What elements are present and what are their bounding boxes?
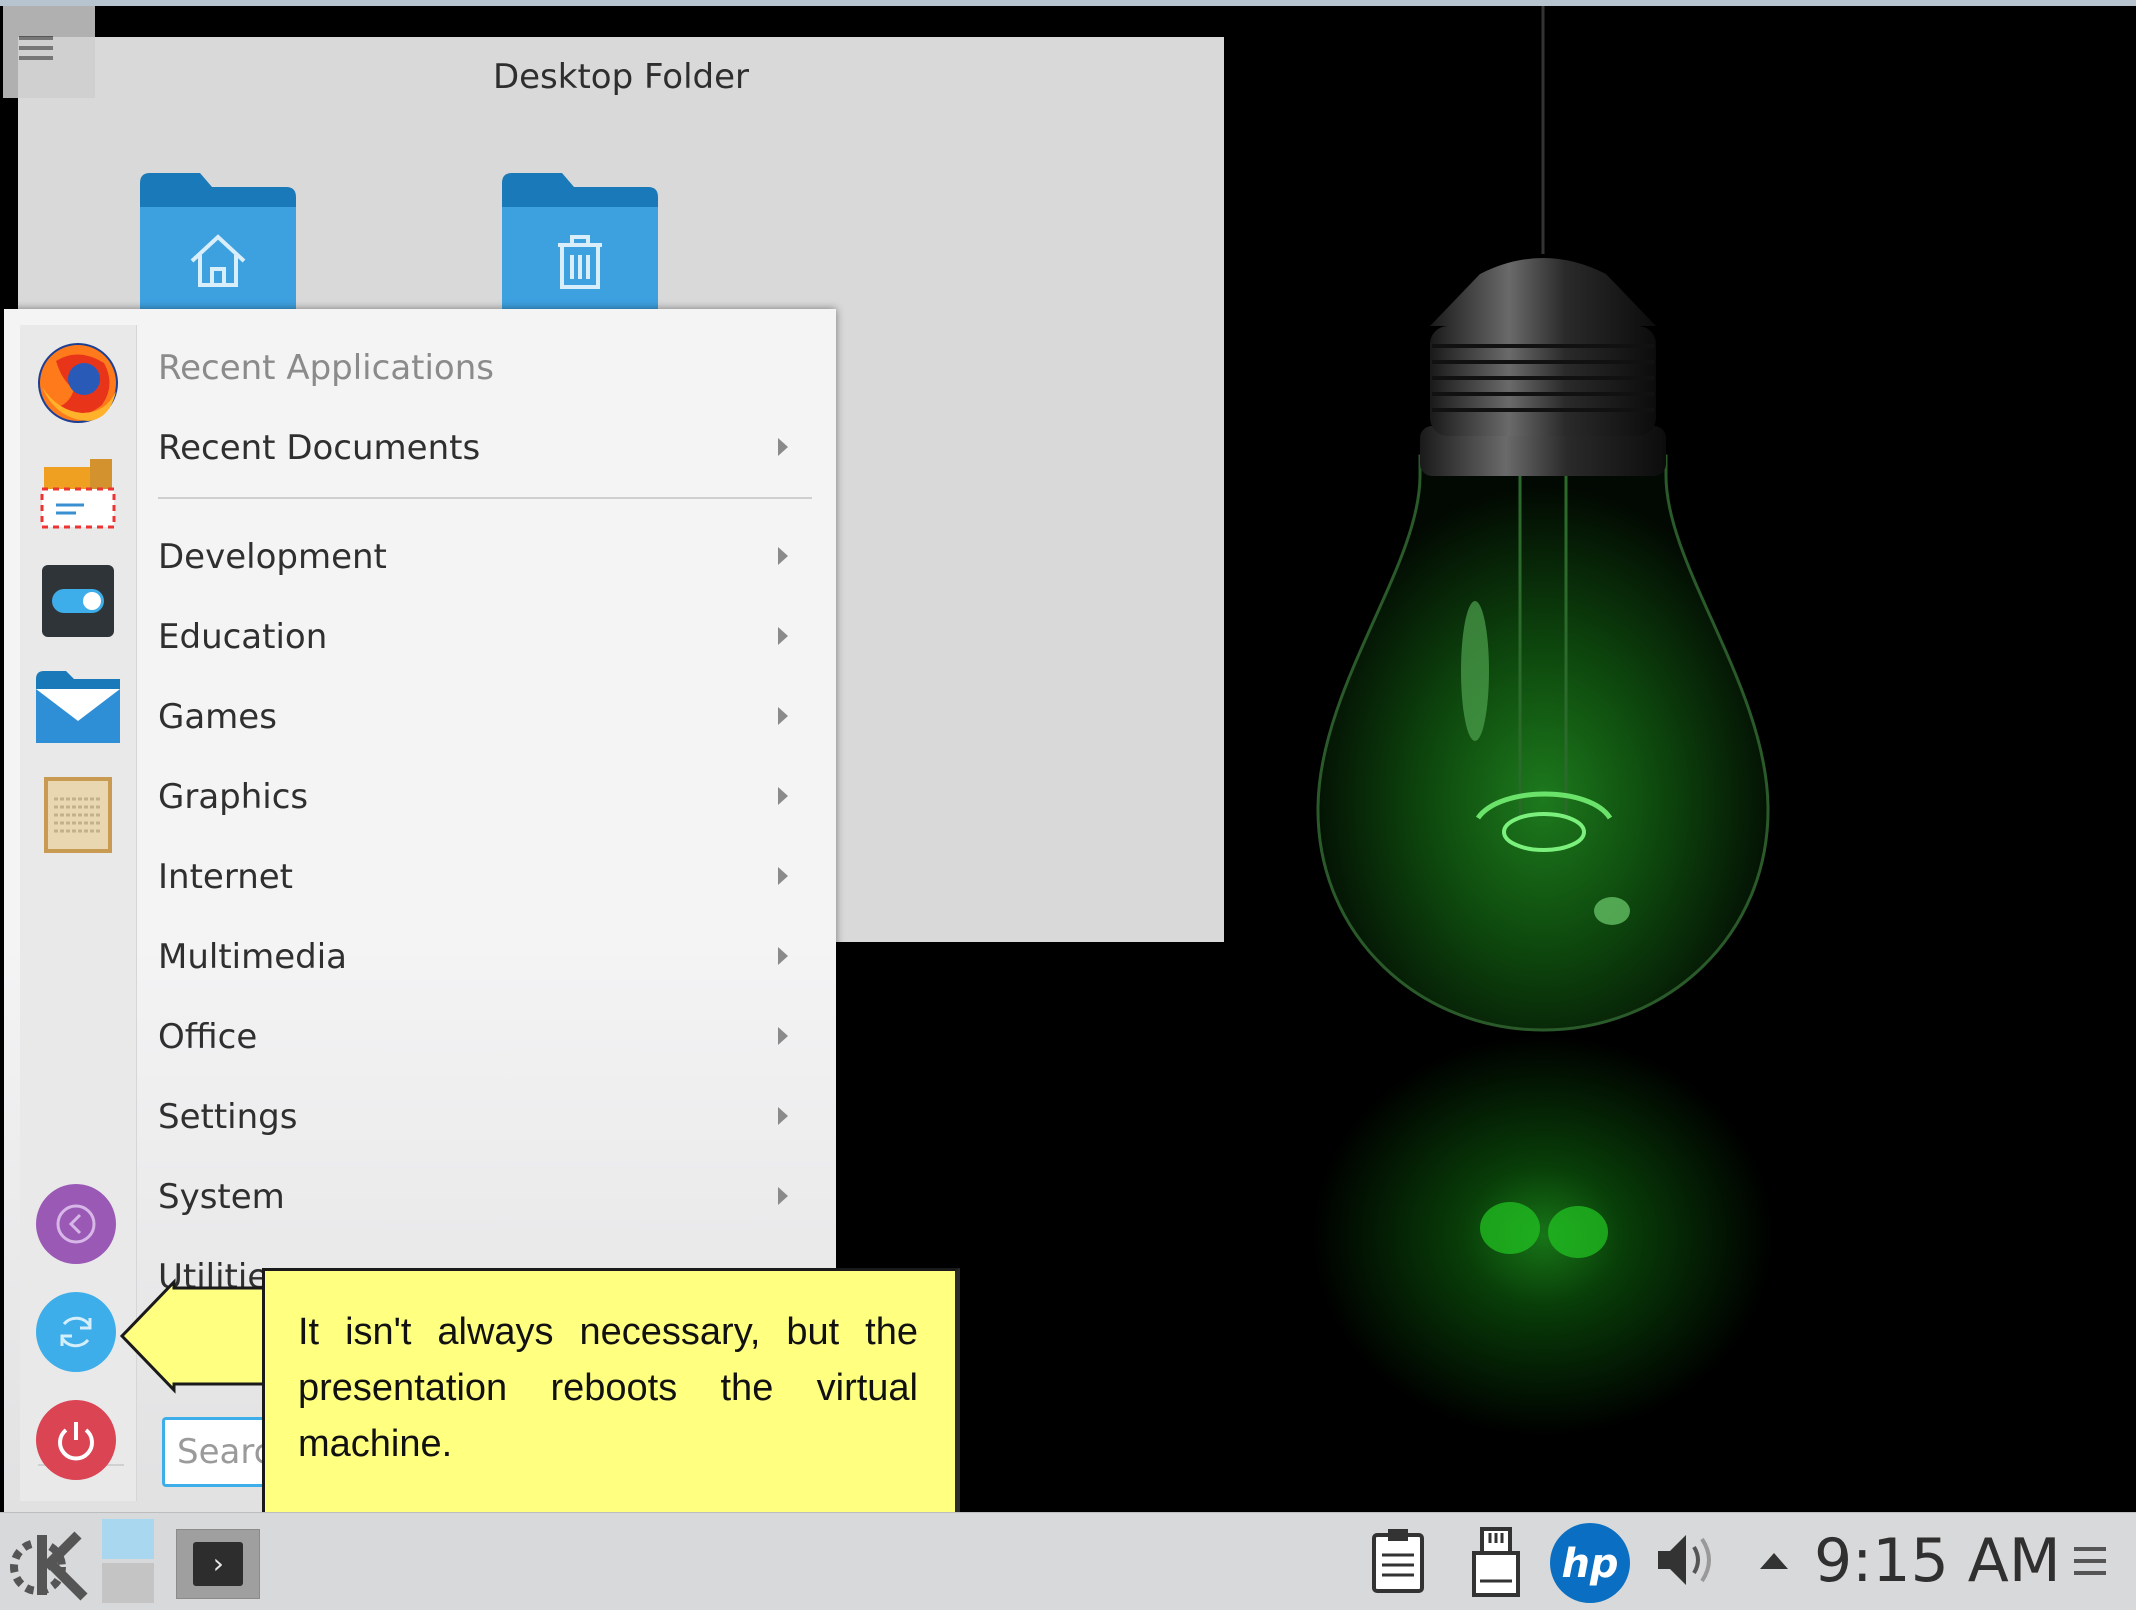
menu-office[interactable]: Office — [158, 1002, 818, 1072]
panel-menu-icon[interactable] — [2072, 1543, 2108, 1583]
callout-text: It isn't always necessary, but the prese… — [298, 1311, 918, 1465]
terminal-icon: › — [193, 1542, 243, 1586]
chevron-right-icon — [778, 1027, 788, 1045]
chevron-right-icon — [778, 787, 788, 805]
menu-education[interactable]: Education — [158, 602, 818, 672]
hp-icon[interactable]: hp — [1546, 1521, 1634, 1609]
menu-settings[interactable]: Settings — [158, 1082, 818, 1152]
power-icon — [58, 1422, 94, 1461]
menu-recent-applications[interactable]: Recent Applications — [158, 333, 818, 403]
back-button[interactable] — [36, 1184, 116, 1264]
chevron-right-icon — [778, 867, 788, 885]
menu-multimedia[interactable]: Multimedia — [158, 922, 818, 992]
clock[interactable]: 9:15 AM — [1814, 1513, 2061, 1610]
chevron-right-icon — [778, 547, 788, 565]
menu-development[interactable]: Development — [158, 522, 818, 592]
back-arrow-icon — [56, 1204, 96, 1244]
shutdown-button[interactable] — [36, 1400, 116, 1480]
menu-system[interactable]: System — [158, 1162, 818, 1232]
chevron-right-icon — [778, 1187, 788, 1205]
reboot-icon — [60, 1316, 92, 1348]
expand-tray-icon[interactable] — [1758, 1549, 1790, 1577]
svg-text:hp: hp — [1561, 1541, 1618, 1587]
menu-internet[interactable]: Internet — [158, 842, 818, 912]
virtual-desktop-1[interactable] — [102, 1519, 154, 1559]
system-settings-toggle-icon[interactable] — [36, 559, 120, 643]
chevron-right-icon — [778, 947, 788, 965]
home-folder-icon[interactable] — [140, 173, 296, 313]
menu-games[interactable]: Games — [158, 682, 818, 752]
text-editor-icon[interactable] — [36, 771, 120, 855]
clipboard-icon[interactable] — [1368, 1525, 1428, 1599]
kmail-icon[interactable] — [36, 665, 120, 749]
volume-icon[interactable] — [1652, 1525, 1722, 1599]
chevron-right-icon — [778, 1107, 788, 1125]
mail-composer-icon[interactable] — [36, 449, 120, 533]
reboot-button[interactable] — [36, 1292, 116, 1372]
desktop-toolbox-button[interactable] — [3, 6, 95, 98]
callout-pointer-arrow — [119, 1278, 268, 1394]
taskbar: › hp 9:15 AM — [0, 1512, 2136, 1610]
application-launcher-button[interactable] — [8, 1521, 92, 1605]
kde-logo-icon — [10, 1531, 88, 1601]
firefox-icon[interactable] — [36, 341, 120, 425]
virtual-desktop-2[interactable] — [102, 1563, 154, 1603]
chevron-right-icon — [778, 438, 788, 456]
chevron-right-icon — [778, 627, 788, 645]
chevron-right-icon — [778, 707, 788, 725]
terminal-task-button[interactable]: › — [176, 1529, 260, 1599]
folder-widget-title: Desktop Folder — [492, 57, 750, 97]
removable-device-icon[interactable] — [1466, 1525, 1526, 1603]
menu-graphics[interactable]: Graphics — [158, 762, 818, 832]
trash-folder-icon[interactable] — [502, 173, 658, 313]
menu-recent-documents[interactable]: Recent Documents — [158, 413, 818, 483]
